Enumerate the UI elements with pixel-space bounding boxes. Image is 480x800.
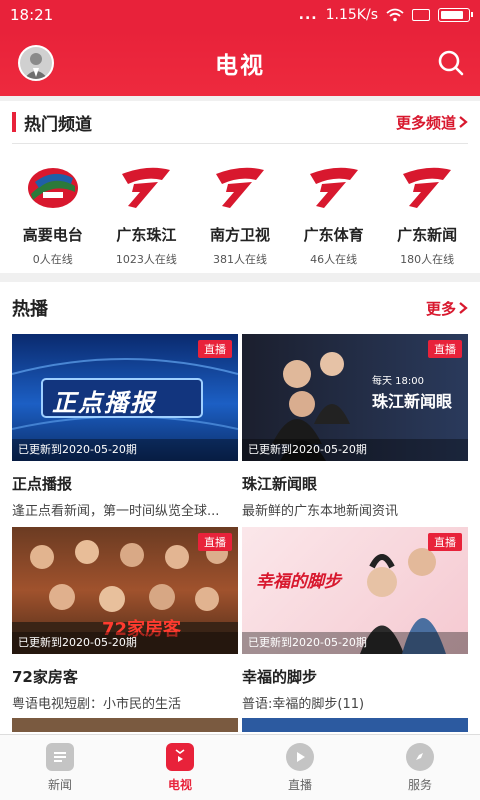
app-header: 电视 <box>0 30 480 96</box>
channel-name: 高要电台 <box>22 226 83 244</box>
news-icon <box>46 742 74 771</box>
updated-label: 已更新到2020-05-20期 <box>242 439 468 461</box>
channel-item-gaoyao[interactable]: 高要电台 0人在线 <box>8 162 98 267</box>
section-marker <box>12 112 16 132</box>
updated-label: 已更新到2020-05-20期 <box>242 632 468 654</box>
search-icon <box>438 50 464 76</box>
chevron-right-icon <box>459 302 468 314</box>
tab-tv[interactable]: 电视 <box>120 735 240 800</box>
user-avatar-icon <box>20 47 52 79</box>
program-desc: 逢正点看新闻，第一时间纵览全球... <box>12 504 220 519</box>
channel-name: 南方卫视 <box>209 226 270 244</box>
channel-online-count: 0人在线 <box>32 253 73 266</box>
live-badge: 直播 <box>198 533 232 551</box>
hot-channels-title: 热门频道 <box>24 114 92 135</box>
tab-label: 电视 <box>167 777 192 792</box>
program-thumbnail: 幸福的脚步 直播 已更新到2020-05-20期 <box>242 527 468 654</box>
bottom-tab-bar: 新闻 电视 直播 服务 <box>0 734 480 800</box>
more-hot-label: 更多 <box>425 299 456 318</box>
program-card[interactable]: 每天 18:00 珠江新闻眼 直播 已更新到2020-05-20期 珠江新闻眼 … <box>242 334 468 519</box>
channel-name: 广东新闻 <box>397 226 458 244</box>
status-time: 18:21 <box>10 6 54 24</box>
gdtv-logo-icon <box>122 167 171 208</box>
tab-live[interactable]: 直播 <box>240 735 360 800</box>
channel-name: 广东体育 <box>303 226 364 244</box>
program-desc: 普语:幸福的脚步(11) <box>242 697 365 712</box>
play-icon <box>286 742 314 771</box>
tv-icon <box>166 742 194 771</box>
channel-online-count: 180人在线 <box>400 253 455 266</box>
status-bar: 18:21 ... 1.15K/s <box>0 0 480 30</box>
thumb-caption: 正点播报 <box>52 389 156 417</box>
notification-dots: ... <box>298 7 318 23</box>
tab-label: 服务 <box>407 777 432 792</box>
program-title: 幸福的脚步 <box>242 668 318 686</box>
thumb-subcaption: 每天 18:00 <box>372 376 424 387</box>
chevron-right-icon <box>459 116 468 128</box>
channel-online-count: 1023人在线 <box>115 253 177 266</box>
hot-channels-header: 热门频道 更多频道 <box>0 101 480 143</box>
battery-icon <box>438 8 473 22</box>
tab-label: 新闻 <box>47 777 72 792</box>
more-channels-label: 更多频道 <box>395 113 456 132</box>
gdtv-logo-icon <box>215 167 264 208</box>
hot-play-header: 热播 更多 <box>0 282 480 334</box>
gdtv-logo-icon <box>309 167 358 208</box>
program-desc: 最新鲜的广东本地新闻资讯 <box>242 504 399 519</box>
channel-item-sports[interactable]: 广东体育 46人在线 <box>289 162 379 267</box>
avatar[interactable] <box>18 45 54 81</box>
compass-icon <box>406 742 434 771</box>
program-thumbnail-peek[interactable] <box>242 718 468 732</box>
live-badge: 直播 <box>428 533 462 551</box>
live-badge: 直播 <box>198 340 232 358</box>
channel-online-count: 381人在线 <box>212 253 267 266</box>
program-title: 珠江新闻眼 <box>242 475 318 493</box>
search-button[interactable] <box>436 48 466 78</box>
channel-list: 高要电台 0人在线 广东珠江 1023人在线 南方卫视 381人在线 广东体育 … <box>0 144 480 267</box>
gaoyao-logo-icon <box>27 168 78 208</box>
tab-news[interactable]: 新闻 <box>0 735 120 800</box>
hot-play-title: 热播 <box>12 299 48 320</box>
gdtv-logo-icon <box>403 167 452 208</box>
updated-label: 已更新到2020-05-20期 <box>12 439 238 461</box>
program-thumbnail: 每天 18:00 珠江新闻眼 直播 已更新到2020-05-20期 <box>242 334 468 461</box>
live-badge: 直播 <box>428 340 462 358</box>
tab-label: 直播 <box>287 777 312 792</box>
page-title: 电视 <box>215 53 265 79</box>
program-desc: 粤语电视短剧：小市民的生活 <box>12 697 182 712</box>
more-channels-link[interactable]: 更多频道 <box>396 112 468 133</box>
program-title: 72家房客 <box>12 668 78 686</box>
battery-fill <box>441 11 464 19</box>
program-card[interactable]: 72家房客 直播 已更新到2020-05-20期 72家房客 粤语电视短剧：小市… <box>12 527 238 712</box>
tab-service[interactable]: 服务 <box>360 735 480 800</box>
wifi-icon <box>386 8 404 22</box>
program-card[interactable]: 幸福的脚步 直播 已更新到2020-05-20期 幸福的脚步 普语:幸福的脚步(… <box>242 527 468 712</box>
hot-channels-section: 热门频道 更多频道 高要电台 0人在线 广东珠江 1023人在线 南方卫视 38… <box>0 101 480 273</box>
program-thumbnail-peek[interactable] <box>12 718 238 732</box>
channel-item-news[interactable]: 广东新闻 180人在线 <box>382 162 472 267</box>
channel-name: 广东珠江 <box>116 226 177 244</box>
hot-play-section: 热播 更多 正点播报 直播 已更新到2020-05-20期 正点播报 逢正点看新… <box>0 282 480 734</box>
channel-item-nanfang[interactable]: 南方卫视 381人在线 <box>195 162 285 267</box>
program-thumbnail: 72家房客 直播 已更新到2020-05-20期 <box>12 527 238 654</box>
program-card[interactable]: 正点播报 直播 已更新到2020-05-20期 正点播报 逢正点看新闻，第一时间… <box>12 334 238 519</box>
status-icons: ... 1.15K/s <box>298 7 473 23</box>
channel-item-zhujiang[interactable]: 广东珠江 1023人在线 <box>101 162 191 267</box>
program-title: 正点播报 <box>12 475 73 493</box>
sim-icon <box>412 9 430 21</box>
updated-label: 已更新到2020-05-20期 <box>12 632 238 654</box>
thumb-caption: 幸福的脚步 <box>256 572 341 592</box>
network-speed: 1.15K/s <box>325 7 378 23</box>
program-thumbnail: 正点播报 直播 已更新到2020-05-20期 <box>12 334 238 461</box>
thumb-caption: 珠江新闻眼 <box>372 392 453 411</box>
channel-online-count: 46人在线 <box>310 253 358 266</box>
more-hot-link[interactable]: 更多 <box>426 298 468 319</box>
